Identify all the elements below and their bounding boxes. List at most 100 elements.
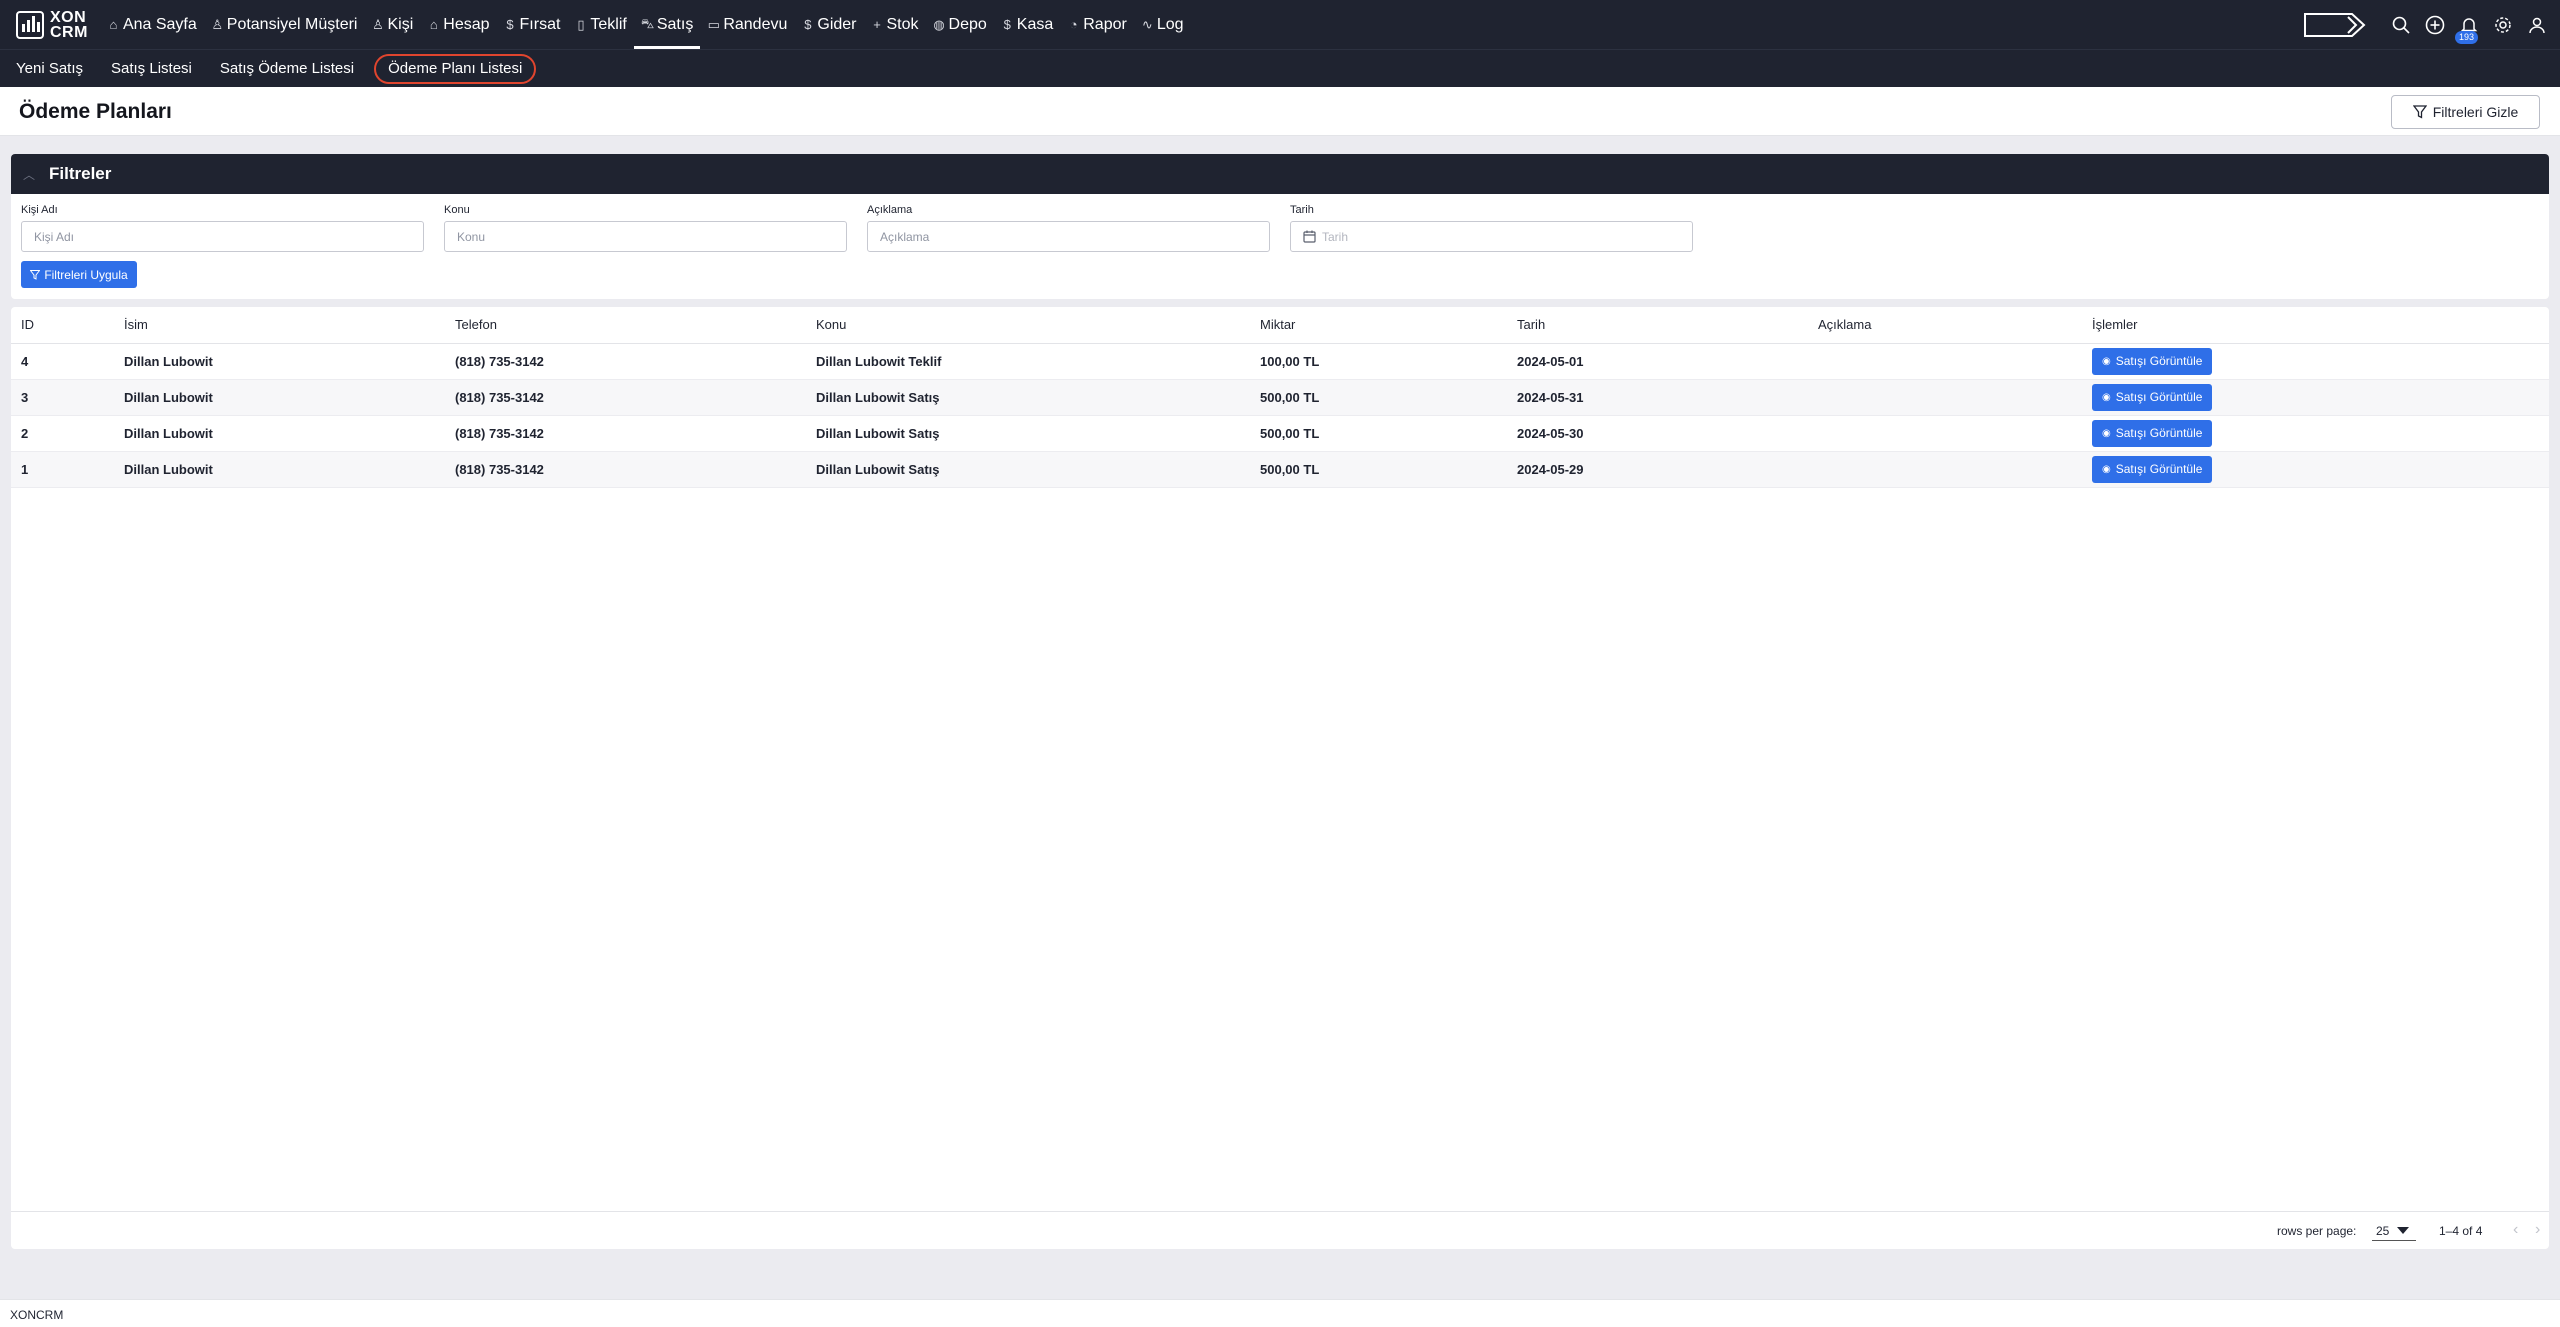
cell-id: 2 bbox=[11, 415, 114, 452]
eye-icon: ◉ bbox=[2102, 355, 2111, 367]
pie-chart-icon: ◔ bbox=[1069, 17, 1078, 32]
nav-item-label: Gider bbox=[817, 15, 857, 33]
filter-person-name: Kişi Adı Kişi Adı bbox=[21, 204, 424, 252]
nav-item-11[interactable]: $ Kasa bbox=[994, 0, 1060, 49]
subnav-item-2[interactable]: Satış Ödeme Listesi bbox=[208, 54, 366, 84]
payment-plans-table: ID İsim Telefon Konu Miktar Tarih Açıklama İşle… bbox=[11, 307, 2549, 488]
cell-date: 2024-05-31 bbox=[1507, 379, 1808, 416]
nav-item-0[interactable]: ⌂ Ana Sayfa bbox=[100, 0, 204, 49]
cell-subject: Dillan Lubowit Satış bbox=[806, 451, 1250, 488]
column-header: Telefon bbox=[445, 307, 806, 344]
cell-amount: 100,00 TL bbox=[1250, 343, 1507, 380]
eye-icon: ◉ bbox=[2102, 391, 2111, 403]
filter-description: Açıklama Açıklama bbox=[867, 204, 1270, 252]
nav-item-label: Rapor bbox=[1083, 15, 1127, 33]
nav-item-13[interactable]: ∿ Log bbox=[1134, 0, 1191, 49]
nav-item-12[interactable]: ◔ Rapor bbox=[1060, 0, 1134, 49]
cell-id: 1 bbox=[11, 451, 114, 488]
cell-subject: Dillan Lubowit Satış bbox=[806, 379, 1250, 416]
nav-item-8[interactable]: $ Gider bbox=[794, 0, 863, 49]
plus-icon: + bbox=[873, 17, 881, 32]
filter-label: Konu bbox=[444, 204, 470, 216]
filter-label: Kişi Adı bbox=[21, 204, 58, 216]
view-sale-button[interactable]: ◉ Satışı Görüntüle bbox=[2092, 347, 2213, 375]
apply-filters-label: Filtreleri Uygula bbox=[44, 267, 128, 282]
date-input[interactable]: Tarih bbox=[1290, 221, 1693, 252]
nav-item-7[interactable]: ▭ Randevu bbox=[700, 0, 794, 49]
next-page-button[interactable]: › bbox=[2535, 1221, 2540, 1239]
nav-item-9[interactable]: + Stok bbox=[864, 0, 926, 49]
table-body: 4 Dillan Lubowit (818) 735-3142 Dillan Lubo… bbox=[11, 343, 2549, 488]
cell-name: Dillan Lubowit bbox=[114, 451, 445, 488]
nav-item-label: Fırsat bbox=[519, 15, 561, 33]
nav-item-3[interactable]: ⌂ Hesap bbox=[420, 0, 496, 49]
view-sale-label: Satışı Görüntüle bbox=[2115, 390, 2203, 404]
view-sale-label: Satışı Görüntüle bbox=[2115, 462, 2203, 476]
cell-name: Dillan Lubowit bbox=[114, 379, 445, 416]
cell-id: 4 bbox=[11, 343, 114, 380]
arrow-tag-icon[interactable] bbox=[2304, 12, 2366, 37]
date-placeholder: Tarih bbox=[1322, 229, 1349, 244]
cell-amount: 500,00 TL bbox=[1250, 415, 1507, 452]
person-name-input[interactable]: Kişi Adı bbox=[21, 221, 424, 252]
view-sale-button[interactable]: ◉ Satışı Görüntüle bbox=[2092, 455, 2213, 483]
brand-logo[interactable]: XON CRM bbox=[16, 0, 88, 49]
subject-input[interactable]: Konu bbox=[444, 221, 847, 252]
rows-per-page-select[interactable]: 25 bbox=[2372, 1221, 2416, 1241]
search-icon[interactable] bbox=[2390, 14, 2412, 36]
nav-item-2[interactable]: ♙ Kişi bbox=[364, 0, 420, 49]
user-profile-icon[interactable] bbox=[2526, 14, 2548, 36]
dollar-icon: $ bbox=[506, 17, 514, 32]
cell-name: Dillan Lubowit bbox=[114, 415, 445, 452]
payment-plans-table-card: ID İsim Telefon Konu Miktar Tarih Açıklama İşle… bbox=[11, 307, 2549, 1249]
filter-panel-header[interactable]: ︿ Filtreler bbox=[11, 154, 2549, 194]
chevron-up-icon[interactable]: ︿ bbox=[23, 166, 35, 183]
subnav-item-0[interactable]: Yeni Satış bbox=[4, 54, 95, 84]
main-nav: ⌂ Ana Sayfa ♙ Potansiyel Müşteri ♙ Kişi ⌂ Hesap… bbox=[100, 0, 1191, 49]
column-header: Konu bbox=[806, 307, 1250, 344]
column-header: Açıklama bbox=[1808, 307, 2082, 344]
view-sale-button[interactable]: ◉ Satışı Görüntüle bbox=[2092, 419, 2213, 447]
cell-date: 2024-05-30 bbox=[1507, 415, 1808, 452]
nav-item-1[interactable]: ♙ Potansiyel Müşteri bbox=[204, 0, 365, 49]
nav-item-label: Potansiyel Müşteri bbox=[226, 15, 358, 33]
view-sale-button[interactable]: ◉ Satışı Görüntüle bbox=[2092, 383, 2213, 411]
cell-actions: ◉ Satışı Görüntüle bbox=[2082, 379, 2549, 416]
chevron-down-icon bbox=[2397, 1227, 2410, 1234]
previous-page-button[interactable]: ‹ bbox=[2513, 1221, 2518, 1239]
table-row: 1 Dillan Lubowit (818) 735-3142 Dillan Lubo… bbox=[11, 451, 2549, 488]
cell-description bbox=[1808, 415, 2082, 452]
cell-phone: (818) 735-3142 bbox=[445, 343, 806, 380]
cell-actions: ◉ Satışı Görüntüle bbox=[2082, 451, 2549, 488]
subnav-item-1[interactable]: Satış Listesi bbox=[99, 54, 204, 84]
column-header: Miktar bbox=[1250, 307, 1507, 344]
dollar-icon: $ bbox=[1003, 17, 1011, 32]
eye-icon: ◉ bbox=[2102, 463, 2111, 475]
sales-subnav: Yeni Satış Satış Listesi Satış Ödeme Liste… bbox=[0, 49, 2560, 87]
add-circle-icon[interactable] bbox=[2424, 14, 2446, 36]
page-header: Ödeme Planları Filtreleri Gizle bbox=[0, 87, 2560, 136]
description-input[interactable]: Açıklama bbox=[867, 221, 1270, 252]
filter-panel: ︿ Filtreler Kişi Adı Kişi Adı Konu Konu … bbox=[11, 154, 2549, 299]
hide-filters-button[interactable]: Filtreleri Gizle bbox=[2391, 95, 2540, 129]
nav-item-label: Satış bbox=[656, 15, 694, 33]
nav-item-label: Hesap bbox=[443, 15, 490, 33]
nav-item-10[interactable]: ◍ Depo bbox=[926, 0, 994, 49]
cell-actions: ◉ Satışı Görüntüle bbox=[2082, 415, 2549, 452]
nav-item-4[interactable]: $ Fırsat bbox=[497, 0, 568, 49]
subnav-item-3[interactable]: Ödeme Planı Listesi bbox=[374, 53, 537, 84]
nav-item-6[interactable]: ⛍ Satış bbox=[633, 0, 701, 49]
notifications-bell-icon[interactable]: 193 bbox=[2455, 14, 2480, 44]
nav-item-5[interactable]: ▯ Teklif bbox=[567, 0, 633, 49]
settings-gear-icon[interactable] bbox=[2492, 14, 2514, 36]
cell-amount: 500,00 TL bbox=[1250, 379, 1507, 416]
cell-actions: ◉ Satışı Görüntüle bbox=[2082, 343, 2549, 380]
calendar-icon: ▭ bbox=[707, 16, 720, 32]
cell-phone: (818) 735-3142 bbox=[445, 379, 806, 416]
top-navbar: XON CRM ⌂ Ana Sayfa ♙ Potansiyel Müşteri ♙ Ki… bbox=[0, 0, 2560, 49]
cell-description bbox=[1808, 451, 2082, 488]
table-header-row: ID İsim Telefon Konu Miktar Tarih Açıklama İşle… bbox=[11, 307, 2549, 344]
apply-filters-button[interactable]: Filtreleri Uygula bbox=[21, 261, 137, 288]
cell-subject: Dillan Lubowit Teklif bbox=[806, 343, 1250, 380]
nav-item-label: Kasa bbox=[1016, 15, 1054, 33]
